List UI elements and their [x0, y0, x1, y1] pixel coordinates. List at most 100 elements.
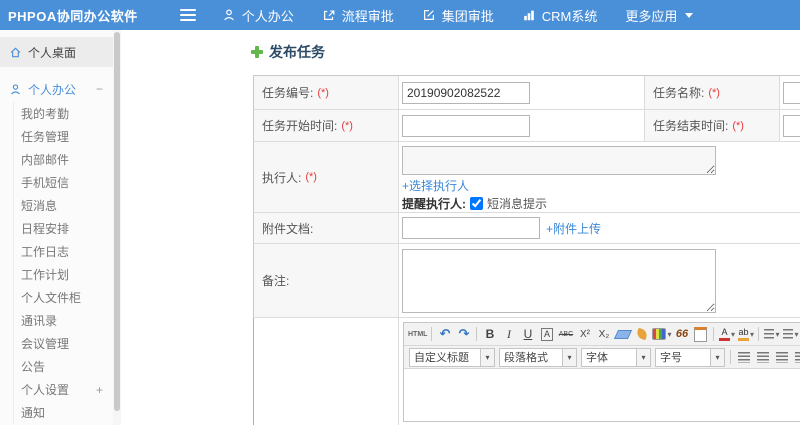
sidebar-item-work-plan[interactable]: 工作计划 [14, 263, 113, 286]
superscript-button[interactable]: X² [576, 326, 593, 343]
align-right-button[interactable] [773, 349, 790, 366]
nav-personal-office[interactable]: 个人办公 [222, 6, 294, 25]
format-brush-button[interactable] [633, 326, 650, 343]
remark-label: 备注: [253, 244, 399, 318]
highlight-button[interactable]: ab ▾ [737, 326, 754, 343]
executor-cell: +选择执行人 提醒执行人: 短消息提示 [399, 142, 800, 213]
editor-toolbar-row2: 自定义标题 ▾ 段落格式 ▾ 字体 ▾ 字号 ▾ [404, 346, 800, 369]
source-code-button[interactable]: HTML [408, 326, 427, 343]
sidebar: 个人桌面 个人办公 − 我的考勤 任务管理 内部邮件 手机短信 短消息 日程安排… [0, 30, 114, 425]
brush-icon [635, 327, 649, 341]
sidebar-item-file-cabinet[interactable]: 个人文件柜 [14, 286, 113, 309]
publish-task-form: 任务编号: (*) 任务名称: (*) 任务开始时间: (*) 任务结束时间: … [253, 75, 800, 425]
sidebar-item-internal-mail[interactable]: 内部邮件 [14, 148, 113, 171]
remark-textarea[interactable] [402, 249, 716, 313]
start-time-label: 任务开始时间: (*) [253, 110, 399, 142]
collapse-icon[interactable]: − [96, 82, 103, 96]
task-no-cell [399, 76, 645, 110]
sidebar-item-task-management[interactable]: 任务管理 [14, 125, 113, 148]
nav-group-approval[interactable]: 集团审批 [422, 6, 494, 25]
page-title: 发布任务 [251, 42, 325, 62]
menu-toggle-icon[interactable] [179, 9, 196, 21]
end-time-label: 任务结束时间: (*) [645, 110, 780, 142]
paste-button[interactable] [692, 326, 709, 343]
remove-format-button[interactable] [613, 326, 633, 343]
required-mark: (*) [732, 119, 744, 132]
redo-button[interactable]: ↷ [455, 326, 472, 343]
required-mark: (*) [341, 119, 353, 132]
sidebar-item-work-log[interactable]: 工作日志 [14, 240, 113, 263]
executor-label: 执行人: (*) [253, 142, 399, 213]
remind-executor-row: 提醒执行人: 短消息提示 [402, 197, 548, 211]
align-center-button[interactable] [754, 349, 771, 366]
highlight-icon: ab [737, 327, 749, 341]
align-justify-button[interactable] [792, 349, 800, 366]
sidebar-item-desktop[interactable]: 个人桌面 [0, 37, 113, 67]
font-family-dropdown[interactable]: 字体 ▾ [581, 347, 651, 367]
start-time-input[interactable] [402, 114, 530, 137]
align-justify-icon [794, 351, 800, 363]
expand-icon[interactable]: + [96, 383, 103, 397]
custom-heading-dropdown[interactable]: 自定义标题 ▾ [409, 347, 495, 367]
task-no-input[interactable] [402, 81, 530, 104]
bold-button[interactable]: B [481, 326, 498, 343]
align-right-icon [775, 351, 788, 363]
sidebar-item-attendance[interactable]: 我的考勤 [14, 102, 113, 125]
font-size-dropdown[interactable]: 字号 ▾ [655, 347, 725, 367]
task-name-cell [780, 76, 800, 110]
align-left-icon [737, 351, 750, 363]
blockquote-button[interactable]: 66 [673, 326, 690, 343]
color-palette-button[interactable]: ▾ [652, 326, 671, 343]
sidebar-item-contacts[interactable]: 通讯录 [14, 309, 113, 332]
subscript-button[interactable]: X₂ [595, 326, 612, 343]
select-executor-link[interactable]: +选择执行人 [402, 177, 469, 194]
end-time-input[interactable] [783, 114, 800, 137]
sidebar-item-personal-settings[interactable]: 个人设置 + [14, 378, 113, 401]
task-name-label: 任务名称: (*) [645, 76, 780, 110]
executor-textarea[interactable] [402, 146, 716, 175]
dropdown-arrow-icon[interactable]: ▾ [636, 348, 650, 366]
home-icon [10, 46, 21, 57]
font-size-button[interactable]: A [538, 326, 555, 343]
dropdown-arrow-icon[interactable]: ▾ [480, 348, 494, 366]
user-icon [11, 83, 20, 94]
editor-label-cell [253, 318, 399, 425]
undo-button[interactable]: ↶ [436, 326, 453, 343]
required-mark: (*) [317, 86, 329, 99]
underline-button[interactable]: U [519, 326, 536, 343]
unordered-list-button[interactable]: ▾ [782, 326, 799, 343]
paragraph-format-dropdown[interactable]: 段落格式 ▾ [499, 347, 577, 367]
attachment-input[interactable] [402, 217, 540, 239]
sms-remind-checkbox[interactable] [470, 197, 483, 210]
sidebar-item-meeting[interactable]: 会议管理 [14, 332, 113, 355]
attachment-upload-link[interactable]: +附件上传 [546, 220, 601, 237]
align-left-button[interactable] [735, 349, 752, 366]
nav-crm[interactable]: CRM系统 [522, 6, 597, 25]
ordered-list-button[interactable]: ▾ [763, 326, 780, 343]
sidebar-section-personal-office[interactable]: 个人办公 − [0, 76, 113, 102]
task-name-input[interactable] [783, 81, 800, 104]
nav-more-apps[interactable]: 更多应用 [625, 6, 694, 25]
scrollbar-thumb[interactable] [114, 32, 120, 412]
dropdown-arrow-icon[interactable]: ▾ [710, 348, 724, 366]
italic-button[interactable]: I [500, 326, 517, 343]
sidebar-scrollbar[interactable] [113, 30, 121, 425]
topbar: PHPOA协同办公软件 个人办公 流程审批 集团审批 CRM系统 更多应用 [0, 0, 800, 30]
remark-cell [399, 244, 800, 318]
ordered-list-icon [764, 329, 775, 339]
sidebar-submenu: 我的考勤 任务管理 内部邮件 手机短信 短消息 日程安排 工作日志 工作计划 个… [13, 102, 113, 424]
sidebar-item-schedule[interactable]: 日程安排 [14, 217, 113, 240]
sidebar-item-sms[interactable]: 手机短信 [14, 171, 113, 194]
nav-flow-approval[interactable]: 流程审批 [322, 6, 394, 25]
editor-content-area[interactable] [404, 369, 800, 421]
font-color-icon: A [718, 327, 730, 341]
sidebar-item-announcement[interactable]: 公告 [14, 355, 113, 378]
bar-chart-icon [523, 10, 534, 21]
font-color-button[interactable]: A ▾ [718, 326, 735, 343]
sidebar-item-notice[interactable]: 通知 [14, 401, 113, 424]
strikethrough-button[interactable]: ABC [557, 326, 574, 343]
dropdown-arrow-icon[interactable]: ▾ [562, 348, 576, 366]
app-title: PHPOA协同办公软件 [8, 8, 138, 24]
flow-approve-icon [323, 10, 335, 20]
sidebar-item-short-message[interactable]: 短消息 [14, 194, 113, 217]
